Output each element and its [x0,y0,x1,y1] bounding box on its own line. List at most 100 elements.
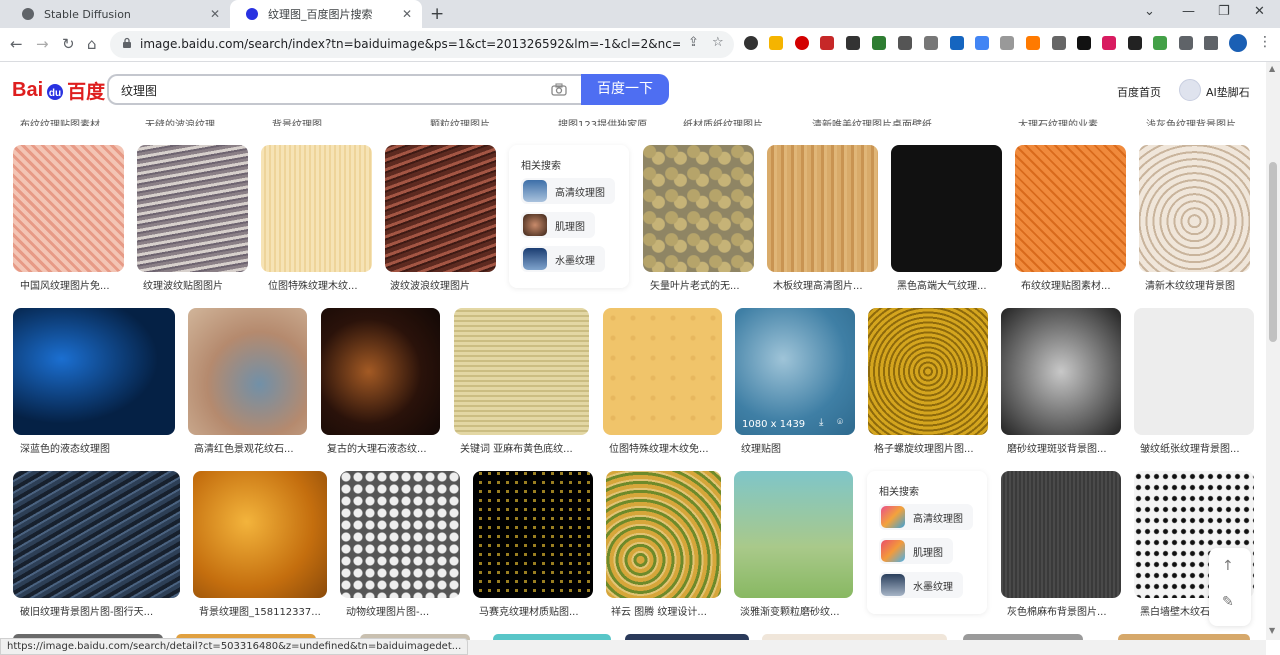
extension-icon-9[interactable] [950,36,964,50]
bookmark-star-icon[interactable]: ☆ [712,35,724,50]
image-caption[interactable]: 布纹纹理贴图素材... [1021,277,1121,292]
image-caption[interactable]: 马赛克纹理材质贴图... [479,603,589,618]
back-to-top-icon[interactable]: ↑ [1222,558,1234,574]
extension-icon-15[interactable] [1102,36,1116,50]
result-image[interactable] [603,308,722,435]
extension-icon-7[interactable] [898,36,912,50]
translate-icon[interactable] [975,36,989,50]
image-caption[interactable]: 黑白墙壁木纹石... [1140,603,1220,618]
image-caption[interactable]: 灰色棉麻布背景图片... [1007,603,1117,618]
list-item[interactable]: 搜图123提供独家原... [558,116,668,126]
download-arrow-icon[interactable] [872,36,886,50]
related-item[interactable]: 肌理图 [879,538,953,564]
image-caption[interactable]: 纹理波纹贴图图片 [143,277,243,292]
reload-icon[interactable]: ↻ [62,35,75,53]
extension-icon-2[interactable] [769,36,783,50]
image-caption[interactable]: 位图特殊纹理木纹免... [609,440,719,455]
list-item[interactable]: 清新唯美纹理图片桌面壁纸 [812,116,952,126]
extension-icon-11[interactable] [1000,36,1014,50]
result-image[interactable] [137,145,248,272]
related-item[interactable]: 水墨纹理 [879,572,963,598]
minimize-button[interactable]: — [1182,4,1195,19]
result-image[interactable] [193,471,327,598]
image-caption[interactable]: 纹理贴图 [741,440,851,455]
feedback-edit-icon[interactable]: ✎ [1222,594,1234,610]
image-caption[interactable]: 高清红色景观花纹石... [194,440,304,455]
image-caption[interactable]: 清新木纹纹理背景图 [1145,277,1245,292]
forward-arrow-icon[interactable]: → [36,35,49,53]
puzzle-extensions-icon[interactable] [1179,36,1193,50]
result-image[interactable] [13,308,175,435]
user-avatar[interactable] [1179,79,1201,101]
search-button[interactable]: 百度一下 [581,74,669,105]
image-caption[interactable]: 磨砂纹理斑驳背景图... [1007,440,1117,455]
related-item[interactable]: 高清纹理图 [521,178,615,204]
list-item[interactable]: 大理石纹理的业素... [1018,116,1118,126]
extension-icon-13[interactable] [1052,36,1066,50]
extension-icon-14[interactable] [1077,36,1091,50]
similar-search-icon[interactable]: ⌾ [837,417,843,428]
list-item[interactable]: 无缝的波浪纹理 [145,116,245,126]
camera-icon[interactable] [551,83,567,96]
result-image[interactable] [13,471,180,598]
related-item[interactable]: 肌理图 [521,212,595,238]
image-caption[interactable]: 动物纹理图片图-... [346,603,456,618]
extension-icon-3[interactable] [795,36,809,50]
result-image[interactable] [1001,308,1121,435]
extension-icon-4[interactable] [820,36,834,50]
extension-icon-1[interactable] [744,36,758,50]
image-caption[interactable]: 背景纹理图_158112337... [199,603,324,618]
image-caption[interactable]: 木板纹理高清图片... [773,277,873,292]
image-caption[interactable]: 波纹波浪纹理图片 [390,277,490,292]
baidu-logo[interactable]: Bai du 百度 [12,76,105,104]
result-image[interactable] [1001,471,1121,598]
result-image[interactable] [643,145,754,272]
close-tab-icon[interactable]: ✕ [210,7,220,21]
new-tab-button[interactable]: + [430,4,444,24]
share-icon[interactable]: ⇪ [688,35,699,50]
result-image[interactable] [454,308,589,435]
close-tab-icon[interactable]: ✕ [402,7,412,21]
chrome-profile-avatar[interactable] [1229,34,1247,52]
extension-icon-16[interactable] [1128,36,1142,50]
image-caption[interactable]: 祥云 图腾 纹理设计... [611,603,716,618]
image-caption[interactable]: 中国风纹理图片免... [20,277,120,292]
url-bar[interactable]: image.baidu.com/search/index?tn=baiduima… [110,31,734,58]
baidu-home-link[interactable]: 百度首页 [1117,84,1161,100]
image-caption[interactable]: 皱纹纸张纹理背景图... [1140,440,1250,455]
related-item[interactable]: 水墨纹理 [521,246,605,272]
image-caption[interactable]: 复古的大理石液态纹... [327,440,437,455]
back-arrow-icon[interactable]: ← [10,35,23,53]
more-options-icon[interactable]: ⋮ [1258,34,1272,50]
close-window-button[interactable]: ✕ [1254,4,1265,19]
result-image[interactable] [340,471,460,598]
image-caption[interactable]: 破旧纹理背景图片图-图行天... [20,603,175,618]
image-caption[interactable]: 矢量叶片老式的无... [650,277,750,292]
related-item[interactable]: 高清纹理图 [879,504,973,530]
tab-baidu-images[interactable]: 纹理图_百度图片搜索 ✕ [230,0,422,28]
image-caption[interactable]: 格子螺旋纹理图片图... [874,440,984,455]
result-image[interactable] [891,145,1002,272]
extension-icon-8[interactable] [924,36,938,50]
image-caption[interactable]: 关键词 亚麻布黄色底纹... [460,440,585,455]
result-image[interactable] [734,471,853,598]
result-image[interactable] [188,308,307,435]
list-item[interactable]: 纸材质纸纹理图片 [683,116,793,126]
list-item[interactable]: 浅灰色纹理背景图片 [1146,116,1246,126]
image-caption[interactable]: 位图特殊纹理木纹... [268,277,368,292]
result-image[interactable] [385,145,496,272]
restore-button[interactable]: ❐ [1218,4,1230,19]
extension-icon-17[interactable] [1153,36,1167,50]
extension-icon-5[interactable] [846,36,860,50]
list-item[interactable]: 颗粒纹理图片 [430,116,530,126]
result-image[interactable] [321,308,440,435]
result-image[interactable] [13,145,124,272]
result-image[interactable] [1015,145,1126,272]
extension-icon-12[interactable] [1026,36,1040,50]
vertical-scrollbar[interactable]: ▲ ▼ [1266,62,1280,640]
list-item[interactable]: 布纹纹理贴图素材... [20,116,120,126]
side-panel-icon[interactable] [1204,36,1218,50]
scroll-down-icon[interactable]: ▼ [1269,626,1275,635]
result-image[interactable] [1139,145,1250,272]
result-image[interactable] [767,145,878,272]
